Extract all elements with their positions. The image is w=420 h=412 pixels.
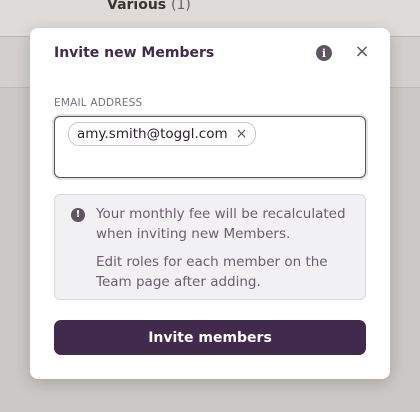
invite-members-modal: Invite new Members i × EMAIL ADDRESS amy… [30, 28, 390, 379]
notice-text-roles: Edit roles for each member on the Team p… [96, 254, 328, 290]
email-field-label: EMAIL ADDRESS [54, 97, 143, 109]
fee-notice: ! Your monthly fee will be recalculated … [54, 194, 366, 300]
email-chip-label: amy.smith@toggl.com [77, 126, 228, 142]
modal-title: Invite new Members [54, 45, 215, 61]
info-icon[interactable]: i [316, 45, 332, 61]
email-chip: amy.smith@toggl.com × [68, 122, 257, 146]
invite-members-button[interactable]: Invite members [54, 320, 366, 355]
close-icon[interactable]: × [354, 43, 370, 61]
background-label: Various (1) [107, 0, 191, 13]
alert-icon: ! [71, 208, 85, 222]
notice-text-fee: Your monthly fee will be recalculated wh… [96, 206, 346, 242]
background-label-count: (1) [171, 0, 191, 13]
remove-email-icon[interactable]: × [236, 126, 248, 142]
background-label-text: Various [107, 0, 167, 13]
email-field[interactable]: amy.smith@toggl.com × [54, 116, 366, 178]
